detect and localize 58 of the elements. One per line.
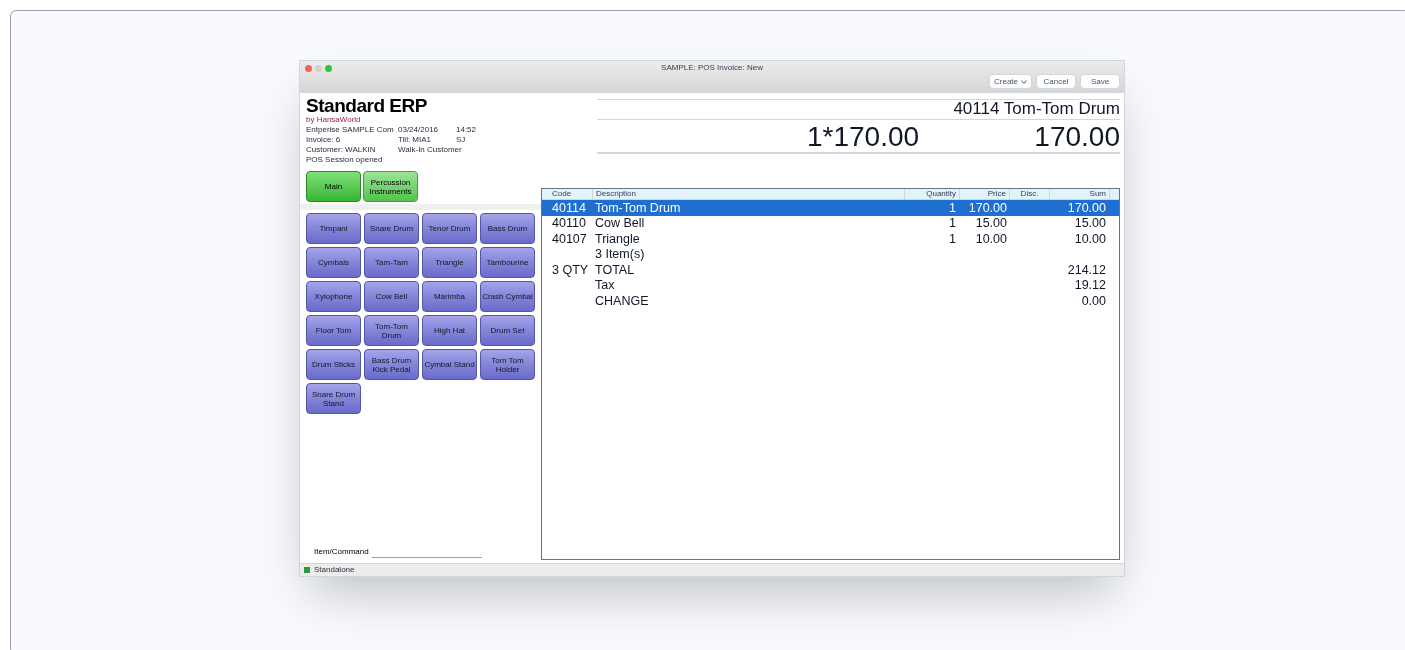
table-row[interactable]: 3 Item(s)	[542, 246, 1119, 262]
info-text: POS Session opened	[306, 155, 384, 165]
product-button[interactable]: Tom Tom Holder	[480, 349, 535, 380]
selected-row[interactable]: 40114 Tom-Tom Drum 1 170.00 170.00	[542, 200, 1119, 216]
display-amount: 170.00	[1034, 122, 1120, 152]
create-dropdown[interactable]: Create	[989, 74, 1032, 89]
product-button[interactable]: Marimba	[422, 281, 477, 312]
logo-title: Standard ERP	[306, 96, 428, 116]
info-text: SJ	[456, 135, 466, 145]
table-row[interactable]: CHANGE 0.00	[542, 293, 1119, 309]
product-button[interactable]: Tom-Tom Drum	[364, 315, 419, 346]
display-qty-price: 1*170.00	[807, 122, 920, 152]
info-text: Entperise SAMPLE Com	[306, 125, 395, 135]
window-title: SAMPLE: POS Invoice: New	[661, 62, 763, 74]
info-text: Walk-In Customer	[398, 145, 462, 155]
column-header: Description	[592, 189, 904, 199]
product-button[interactable]: High Hat	[422, 315, 477, 346]
product-button[interactable]: Tam-Tam	[364, 247, 419, 278]
command-label: Item/Command	[314, 546, 369, 558]
info-text: Invoice: 6	[306, 135, 342, 145]
product-button[interactable]: Triangle	[422, 247, 477, 278]
status-indicator-icon	[304, 567, 310, 573]
product-button[interactable]: Bass Drum Kick Pedal	[364, 349, 419, 380]
product-button[interactable]: Floor Tom	[306, 315, 361, 346]
category-button[interactable]: Main	[306, 171, 361, 202]
product-button[interactable]: Snare Drum	[364, 213, 419, 244]
column-header: Sum	[1049, 189, 1109, 199]
product-button[interactable]: Crash Cymbal	[480, 281, 535, 312]
column-header: Code	[551, 189, 573, 199]
save-button[interactable]: Save	[1080, 74, 1120, 89]
table-row[interactable]: Tax 19.12	[542, 277, 1119, 293]
cancel-button[interactable]: Cancel	[1036, 74, 1076, 89]
product-button[interactable]: Timpani	[306, 213, 361, 244]
product-button[interactable]: Snare Drum Stand	[306, 383, 361, 414]
category-button[interactable]: Percussion Instruments	[363, 171, 418, 202]
column-header: Quantity	[904, 189, 959, 199]
logo-byline: by HansaWorld	[306, 115, 362, 124]
product-button[interactable]: Tenor Drum	[422, 213, 477, 244]
product-button[interactable]: Drum Set	[480, 315, 535, 346]
info-text: 03/24/2016	[398, 125, 440, 135]
product-button[interactable]: Xylophone	[306, 281, 361, 312]
product-button[interactable]: Cymbal Stand	[422, 349, 477, 380]
column-header: Price	[959, 189, 1009, 199]
product-button[interactable]: Cow Bell	[364, 281, 419, 312]
product-button[interactable]: Drum Sticks	[306, 349, 361, 380]
product-button[interactable]: Tambourine	[480, 247, 535, 278]
table-row[interactable]: 3 QTY TOTAL 214.12	[542, 262, 1119, 278]
info-text: 14:52	[456, 125, 477, 135]
product-button[interactable]: Bass Drum	[480, 213, 535, 244]
product-button[interactable]: Cymbals	[306, 247, 361, 278]
column-header: Disc.	[1009, 189, 1049, 199]
display-item: 40114 Tom-Tom Drum	[952, 100, 1120, 118]
table-row[interactable]: 40107 Triangle 1 10.00 10.00	[542, 231, 1119, 247]
caret-icon	[1021, 79, 1027, 84]
status-text: Standalone	[314, 564, 355, 576]
table-row[interactable]: 40110 Cow Bell 1 15.00 15.00	[542, 215, 1119, 231]
info-text: Till: MIA1	[398, 135, 433, 145]
info-text: Customer: WALKIN	[306, 145, 377, 155]
